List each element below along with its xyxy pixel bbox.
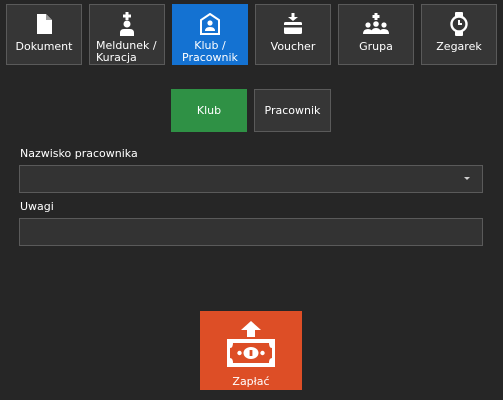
tab-meldunek-kuracja[interactable]: Meldunek / Kuracja: [89, 4, 165, 65]
employee-name-dropdown[interactable]: [19, 165, 483, 193]
tab-label-line2: Pracownik: [182, 51, 238, 64]
tab-label: Dokument: [15, 40, 73, 53]
tab-grupa[interactable]: Grupa: [338, 4, 414, 65]
tab-label: Voucher: [270, 40, 316, 53]
watch-icon: [422, 11, 496, 37]
tab-bar: Dokument Meldunek / Kuracja Klub / Praco…: [6, 4, 497, 65]
person-badge-icon: [173, 11, 247, 37]
banknote-up-icon: [200, 321, 302, 369]
tab-label: Grupa: [359, 40, 393, 53]
tab-label: Meldunek / Kuracja: [92, 40, 162, 64]
voucher-card-icon: [256, 11, 330, 37]
person-plus-icon: [90, 11, 164, 37]
notes-label: Uwagi: [20, 200, 54, 213]
tab-zegarek[interactable]: Zegarek: [421, 4, 497, 65]
pay-button-label: Zapłać: [232, 375, 270, 388]
tab-voucher[interactable]: Voucher: [255, 4, 331, 65]
employee-name-label: Nazwisko pracownika: [20, 147, 138, 160]
tab-klub-pracownik[interactable]: Klub / Pracownik: [172, 4, 248, 65]
pay-button[interactable]: Zapłać: [200, 311, 302, 390]
chevron-down-icon[interactable]: [464, 177, 470, 180]
group-icon: [339, 11, 413, 37]
tab-dokument[interactable]: Dokument: [6, 4, 82, 65]
toggle-klub-button[interactable]: Klub: [171, 89, 247, 132]
document-icon: [7, 11, 81, 37]
tab-label-line2: Kuracja: [96, 51, 137, 64]
notes-field[interactable]: [19, 218, 483, 246]
toggle-pracownik-button[interactable]: Pracownik: [254, 89, 331, 132]
tab-label: Klub / Pracownik: [175, 40, 245, 64]
tab-label: Zegarek: [436, 40, 482, 53]
